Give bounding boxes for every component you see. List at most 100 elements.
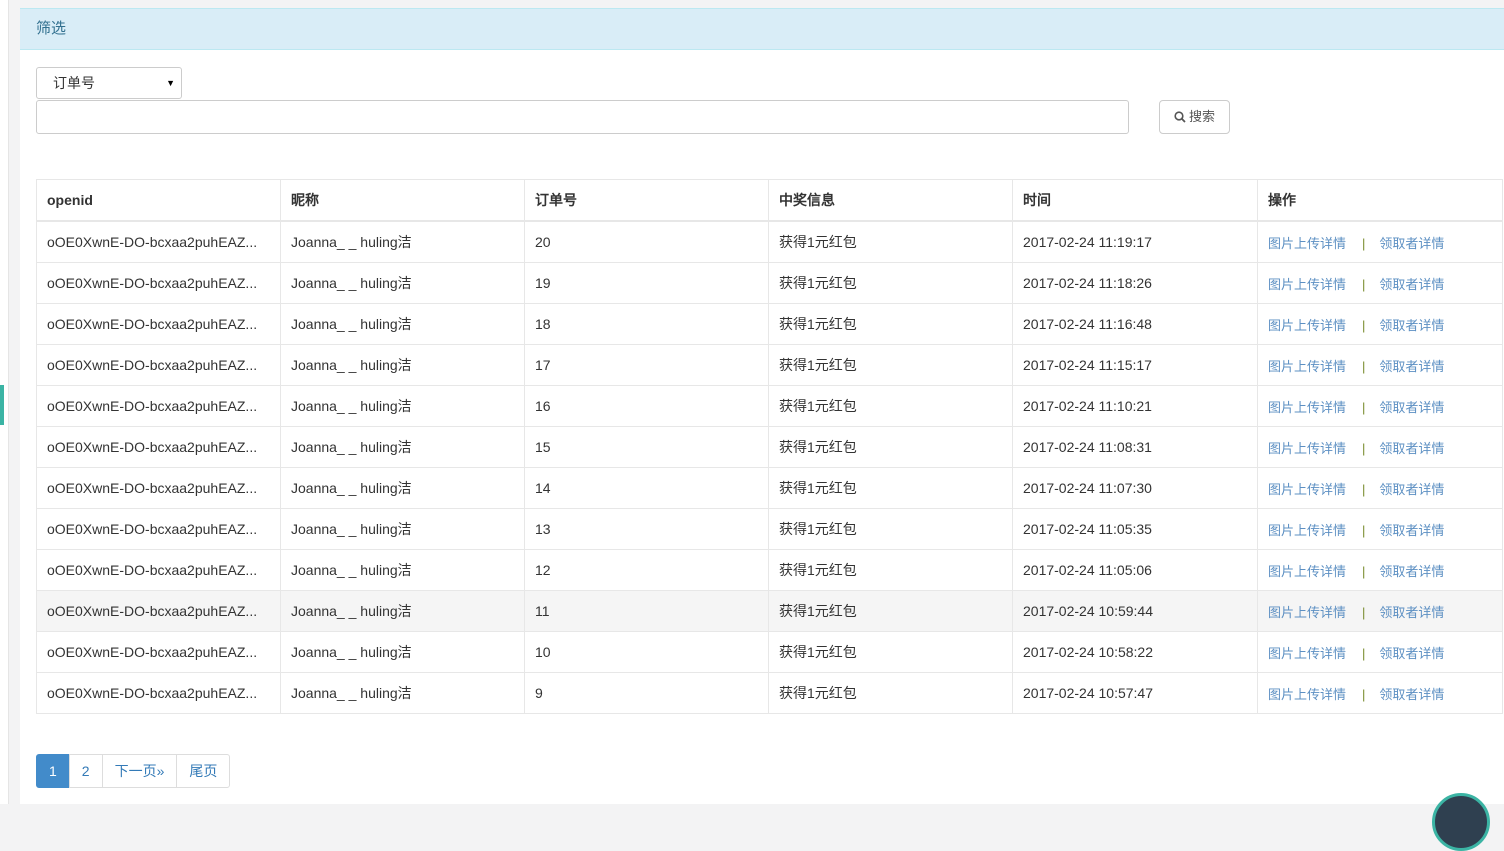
action-separator: | xyxy=(1362,686,1366,702)
header-nickname: 昵称 xyxy=(280,179,525,222)
cell-order-number: 13 xyxy=(524,508,769,550)
search-input[interactable] xyxy=(36,100,1129,134)
sidebar-active-marker xyxy=(0,385,4,425)
image-upload-details-link[interactable]: 图片上传详情 xyxy=(1268,646,1346,661)
cell-openid: oOE0XwnE-DO-bcxaa2puhEAZ... xyxy=(36,672,281,714)
recipient-details-link[interactable]: 领取者详情 xyxy=(1379,646,1444,661)
image-upload-details-link[interactable]: 图片上传详情 xyxy=(1268,605,1346,620)
cell-time: 2017-02-24 10:57:47 xyxy=(1012,672,1258,714)
recipient-details-link[interactable]: 领取者详情 xyxy=(1379,564,1444,579)
page-1-button[interactable]: 1 xyxy=(36,754,70,788)
image-upload-details-link[interactable]: 图片上传详情 xyxy=(1268,318,1346,333)
image-upload-details-link[interactable]: 图片上传详情 xyxy=(1268,277,1346,292)
cell-order-number: 14 xyxy=(524,467,769,509)
image-upload-details-link[interactable]: 图片上传详情 xyxy=(1268,236,1346,251)
cell-openid: oOE0XwnE-DO-bcxaa2puhEAZ... xyxy=(36,590,281,632)
cell-nickname: Joanna_ _ huling洁 xyxy=(280,590,525,632)
cell-time: 2017-02-24 11:19:17 xyxy=(1012,220,1258,263)
action-separator: | xyxy=(1362,317,1366,333)
cell-openid: oOE0XwnE-DO-bcxaa2puhEAZ... xyxy=(36,549,281,591)
header-prize-info: 中奖信息 xyxy=(768,179,1013,222)
cell-time: 2017-02-24 10:59:44 xyxy=(1012,590,1258,632)
image-upload-details-link[interactable]: 图片上传详情 xyxy=(1268,564,1346,579)
caret-down-icon: ▼ xyxy=(166,78,175,88)
cell-order-number: 12 xyxy=(524,549,769,591)
recipient-details-link[interactable]: 领取者详情 xyxy=(1379,687,1444,702)
cell-time: 2017-02-24 11:05:35 xyxy=(1012,508,1258,550)
search-button[interactable]: 搜索 xyxy=(1159,100,1230,134)
cell-actions: 图片上传详情 | 领取者详情 xyxy=(1257,426,1503,468)
cell-prize-info: 获得1元红包 xyxy=(768,467,1013,509)
cell-openid: oOE0XwnE-DO-bcxaa2puhEAZ... xyxy=(36,426,281,468)
cell-openid: oOE0XwnE-DO-bcxaa2puhEAZ... xyxy=(36,385,281,427)
cell-prize-info: 获得1元红包 xyxy=(768,672,1013,714)
cell-nickname: Joanna_ _ huling洁 xyxy=(280,344,525,386)
action-separator: | xyxy=(1362,399,1366,415)
cell-nickname: Joanna_ _ huling洁 xyxy=(280,672,525,714)
cell-openid: oOE0XwnE-DO-bcxaa2puhEAZ... xyxy=(36,508,281,550)
recipient-details-link[interactable]: 领取者详情 xyxy=(1379,359,1444,374)
table-row: oOE0XwnE-DO-bcxaa2puhEAZ... Joanna_ _ hul… xyxy=(36,262,1503,304)
cell-nickname: Joanna_ _ huling洁 xyxy=(280,508,525,550)
table-row: oOE0XwnE-DO-bcxaa2puhEAZ... Joanna_ _ hul… xyxy=(36,467,1503,509)
recipient-details-link[interactable]: 领取者详情 xyxy=(1379,400,1444,415)
page-2-button[interactable]: 2 xyxy=(68,754,103,788)
header-order-number: 订单号 xyxy=(524,179,769,222)
next-page-button[interactable]: 下一页» xyxy=(101,754,178,788)
image-upload-details-link[interactable]: 图片上传详情 xyxy=(1268,441,1346,456)
last-page-button[interactable]: 尾页 xyxy=(176,754,231,788)
cell-actions: 图片上传详情 | 领取者详情 xyxy=(1257,631,1503,673)
panel-title: 筛选 xyxy=(20,8,1504,50)
recipient-details-link[interactable]: 领取者详情 xyxy=(1379,605,1444,620)
action-separator: | xyxy=(1362,276,1366,292)
action-separator: | xyxy=(1362,235,1366,251)
cell-prize-info: 获得1元红包 xyxy=(768,549,1013,591)
recipient-details-link[interactable]: 领取者详情 xyxy=(1379,277,1444,292)
action-separator: | xyxy=(1362,358,1366,374)
header-openid: openid xyxy=(36,179,281,222)
cell-time: 2017-02-24 10:58:22 xyxy=(1012,631,1258,673)
cell-actions: 图片上传详情 | 领取者详情 xyxy=(1257,467,1503,509)
cell-prize-info: 获得1元红包 xyxy=(768,303,1013,345)
image-upload-details-link[interactable]: 图片上传详情 xyxy=(1268,482,1346,497)
cell-openid: oOE0XwnE-DO-bcxaa2puhEAZ... xyxy=(36,303,281,345)
recipient-details-link[interactable]: 领取者详情 xyxy=(1379,482,1444,497)
cell-order-number: 10 xyxy=(524,631,769,673)
pagination: 1 2 下一页» 尾页 xyxy=(36,754,231,788)
cell-time: 2017-02-24 11:15:17 xyxy=(1012,344,1258,386)
cell-actions: 图片上传详情 | 领取者详情 xyxy=(1257,303,1503,345)
cell-prize-info: 获得1元红包 xyxy=(768,262,1013,304)
image-upload-details-link[interactable]: 图片上传详情 xyxy=(1268,359,1346,374)
cell-actions: 图片上传详情 | 领取者详情 xyxy=(1257,672,1503,714)
recipient-details-link[interactable]: 领取者详情 xyxy=(1379,441,1444,456)
cell-nickname: Joanna_ _ huling洁 xyxy=(280,385,525,427)
cell-order-number: 18 xyxy=(524,303,769,345)
cell-prize-info: 获得1元红包 xyxy=(768,220,1013,263)
image-upload-details-link[interactable]: 图片上传详情 xyxy=(1268,687,1346,702)
cell-order-number: 15 xyxy=(524,426,769,468)
cell-openid: oOE0XwnE-DO-bcxaa2puhEAZ... xyxy=(36,262,281,304)
table-row: oOE0XwnE-DO-bcxaa2puhEAZ... Joanna_ _ hul… xyxy=(36,631,1503,673)
select-value: 订单号 xyxy=(53,75,95,91)
table-row: oOE0XwnE-DO-bcxaa2puhEAZ... Joanna_ _ hul… xyxy=(36,220,1503,263)
image-upload-details-link[interactable]: 图片上传详情 xyxy=(1268,523,1346,538)
cell-prize-info: 获得1元红包 xyxy=(768,344,1013,386)
cell-time: 2017-02-24 11:10:21 xyxy=(1012,385,1258,427)
recipient-details-link[interactable]: 领取者详情 xyxy=(1379,523,1444,538)
floating-widget[interactable] xyxy=(1432,793,1490,851)
cell-actions: 图片上传详情 | 领取者详情 xyxy=(1257,385,1503,427)
table-row: oOE0XwnE-DO-bcxaa2puhEAZ... Joanna_ _ hul… xyxy=(36,303,1503,345)
action-separator: | xyxy=(1362,440,1366,456)
cell-order-number: 9 xyxy=(524,672,769,714)
image-upload-details-link[interactable]: 图片上传详情 xyxy=(1268,400,1346,415)
cell-openid: oOE0XwnE-DO-bcxaa2puhEAZ... xyxy=(36,467,281,509)
recipient-details-link[interactable]: 领取者详情 xyxy=(1379,318,1444,333)
recipient-details-link[interactable]: 领取者详情 xyxy=(1379,236,1444,251)
cell-nickname: Joanna_ _ huling洁 xyxy=(280,262,525,304)
search-field-select[interactable]: 订单号 ▼ xyxy=(36,67,182,99)
header-time: 时间 xyxy=(1012,179,1258,222)
cell-prize-info: 获得1元红包 xyxy=(768,508,1013,550)
search-icon xyxy=(1174,111,1186,123)
cell-nickname: Joanna_ _ huling洁 xyxy=(280,426,525,468)
cell-actions: 图片上传详情 | 领取者详情 xyxy=(1257,262,1503,304)
